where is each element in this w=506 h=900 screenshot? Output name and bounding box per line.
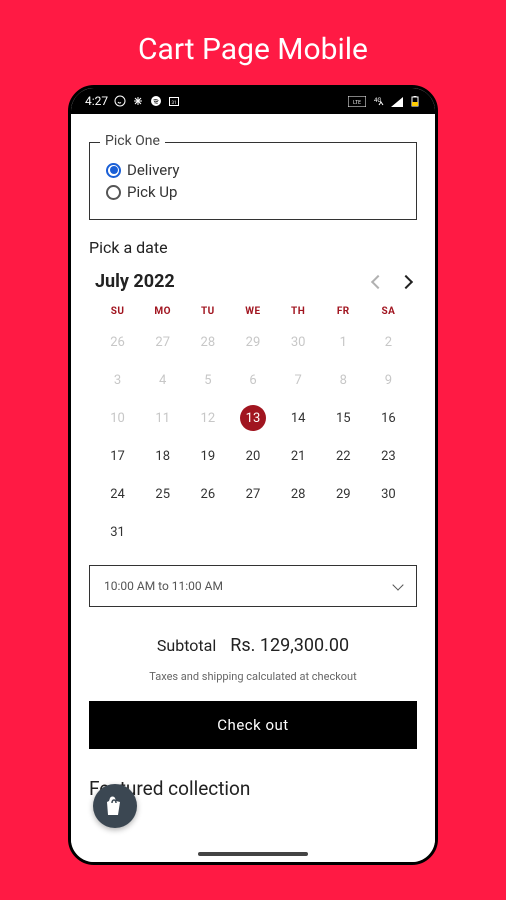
calendar-day[interactable]: 14 (276, 399, 321, 437)
calendar-dow: WE (230, 306, 275, 317)
calendar-day (276, 513, 321, 551)
calendar-day[interactable]: 3 (95, 361, 140, 399)
calendar-day[interactable]: 23 (366, 437, 411, 475)
calendar-day[interactable]: 29 (321, 475, 366, 513)
calendar-day[interactable]: 30 (276, 323, 321, 361)
calendar-dow-row: SUMOTUWETHFRSA (95, 306, 411, 317)
fieldset-legend: Pick One (100, 133, 165, 149)
calendar-day[interactable]: 30 (366, 475, 411, 513)
4g-signal-icon: 4G (371, 96, 385, 107)
calendar-day[interactable]: 26 (95, 323, 140, 361)
calendar-day[interactable]: 13 (230, 399, 275, 437)
calendar-day (321, 513, 366, 551)
lte-icon: LTE (348, 96, 366, 107)
subtotal-amount: Rs. 129,300.00 (230, 635, 349, 656)
calendar-day[interactable]: 9 (366, 361, 411, 399)
calendar-day[interactable]: 25 (140, 475, 185, 513)
status-time: 4:27 (85, 94, 108, 108)
calendar-31-icon: 31 (168, 95, 180, 107)
calendar-day[interactable]: 16 (366, 399, 411, 437)
pick-date-label: Pick a date (89, 238, 417, 257)
calendar-dow: SA (366, 306, 411, 317)
svg-text:31: 31 (172, 100, 177, 106)
calendar-day[interactable]: 2 (366, 323, 411, 361)
calendar-day (140, 513, 185, 551)
radio-option-delivery[interactable]: Delivery (106, 161, 400, 179)
time-slot-value: 10:00 AM to 11:00 AM (104, 579, 223, 593)
calendar-day[interactable]: 19 (185, 437, 230, 475)
shopify-icon (103, 794, 127, 818)
subtotal-label: Subtotal (157, 636, 216, 655)
time-slot-select[interactable]: 10:00 AM to 11:00 AM (89, 565, 417, 607)
calendar-day[interactable]: 1 (321, 323, 366, 361)
svg-text:LTE: LTE (353, 100, 361, 106)
calendar-day[interactable]: 5 (185, 361, 230, 399)
calendar-prev-icon[interactable] (371, 274, 385, 288)
status-bar: 4:27 31 LTE 4G (71, 88, 435, 114)
radio-icon (106, 163, 121, 178)
featured-collection-heading: Featured collection (89, 777, 417, 800)
chevron-down-icon (392, 579, 403, 590)
calendar-day[interactable]: 10 (95, 399, 140, 437)
home-indicator (198, 852, 308, 856)
spotify-icon (150, 95, 162, 107)
calendar-dow: TU (185, 306, 230, 317)
calendar-dow: FR (321, 306, 366, 317)
calendar-day[interactable]: 11 (140, 399, 185, 437)
delivery-type-fieldset: Pick One Delivery Pick Up (89, 142, 417, 220)
phone-frame: 4:27 31 LTE 4G Pick One Delivery Pick Up (68, 85, 438, 865)
subtotal-row: Subtotal Rs. 129,300.00 (89, 635, 417, 656)
calendar-days-grid: 2627282930123456789101112131415161718192… (95, 323, 411, 551)
calendar-day[interactable]: 7 (276, 361, 321, 399)
page-title: Cart Page Mobile (138, 32, 368, 67)
calendar-dow: MO (140, 306, 185, 317)
calendar-day[interactable]: 28 (185, 323, 230, 361)
calendar-day[interactable]: 18 (140, 437, 185, 475)
calendar-day[interactable]: 21 (276, 437, 321, 475)
calendar-day[interactable]: 17 (95, 437, 140, 475)
calendar-day[interactable]: 12 (185, 399, 230, 437)
calendar-day (366, 513, 411, 551)
calendar-day[interactable]: 27 (230, 475, 275, 513)
calendar-dow: TH (276, 306, 321, 317)
calendar-day[interactable]: 28 (276, 475, 321, 513)
calendar-day (230, 513, 275, 551)
calendar-day[interactable]: 6 (230, 361, 275, 399)
calendar-day[interactable]: 22 (321, 437, 366, 475)
shopify-fab[interactable] (93, 784, 137, 828)
calendar-dow: SU (95, 306, 140, 317)
calendar-month: July 2022 (95, 271, 175, 292)
calendar-day[interactable]: 27 (140, 323, 185, 361)
checkout-button[interactable]: Check out (89, 701, 417, 749)
calendar: July 2022 SUMOTUWETHFRSA 262728293012345… (89, 271, 417, 551)
calendar-day[interactable]: 20 (230, 437, 275, 475)
calendar-day[interactable]: 15 (321, 399, 366, 437)
calendar-day[interactable]: 4 (140, 361, 185, 399)
radio-option-pickup[interactable]: Pick Up (106, 183, 400, 201)
calendar-day[interactable]: 26 (185, 475, 230, 513)
checkout-button-label: Check out (217, 716, 288, 734)
radio-label: Delivery (127, 161, 180, 179)
radio-icon (106, 185, 121, 200)
calendar-day (185, 513, 230, 551)
calendar-day[interactable]: 29 (230, 323, 275, 361)
screen-content: Pick One Delivery Pick Up Pick a date Ju… (71, 114, 435, 862)
battery-icon (409, 96, 421, 107)
radio-label: Pick Up (127, 183, 177, 201)
calendar-day[interactable]: 31 (95, 513, 140, 551)
signal-icon (390, 96, 404, 107)
calendar-day[interactable]: 8 (321, 361, 366, 399)
whatsapp-icon (114, 95, 126, 107)
calendar-next-icon[interactable] (399, 274, 413, 288)
calendar-day[interactable]: 24 (95, 475, 140, 513)
slack-icon (132, 95, 144, 107)
tax-note: Taxes and shipping calculated at checkou… (89, 670, 417, 683)
